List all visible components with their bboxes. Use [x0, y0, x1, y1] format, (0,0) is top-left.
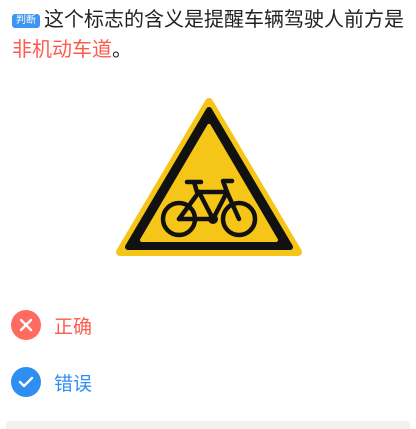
question-page: 判断 这个标志的含义是提醒车辆驾驶人前方是非机动车道。 正确 错误	[0, 0, 416, 429]
question-text-main: 这个标志的含义是提醒车辆驾驶人前方是	[44, 7, 404, 31]
option-true-label: 正确	[54, 315, 93, 338]
question-image	[110, 80, 308, 278]
close-icon	[11, 310, 41, 340]
option-true[interactable]: 正确	[11, 310, 92, 340]
question-text: 判断 这个标志的含义是提醒车辆驾驶人前方是非机动车道。	[12, 4, 407, 64]
question-text-end: 。	[112, 37, 132, 61]
option-false-label: 错误	[54, 372, 93, 395]
question-type-tag: 判断	[12, 14, 40, 28]
bicycle-warning-sign-icon	[116, 98, 302, 256]
check-icon	[11, 367, 41, 397]
bottom-panel	[6, 421, 410, 429]
option-false[interactable]: 错误	[11, 367, 92, 397]
question-highlight: 非机动车道	[12, 37, 112, 61]
